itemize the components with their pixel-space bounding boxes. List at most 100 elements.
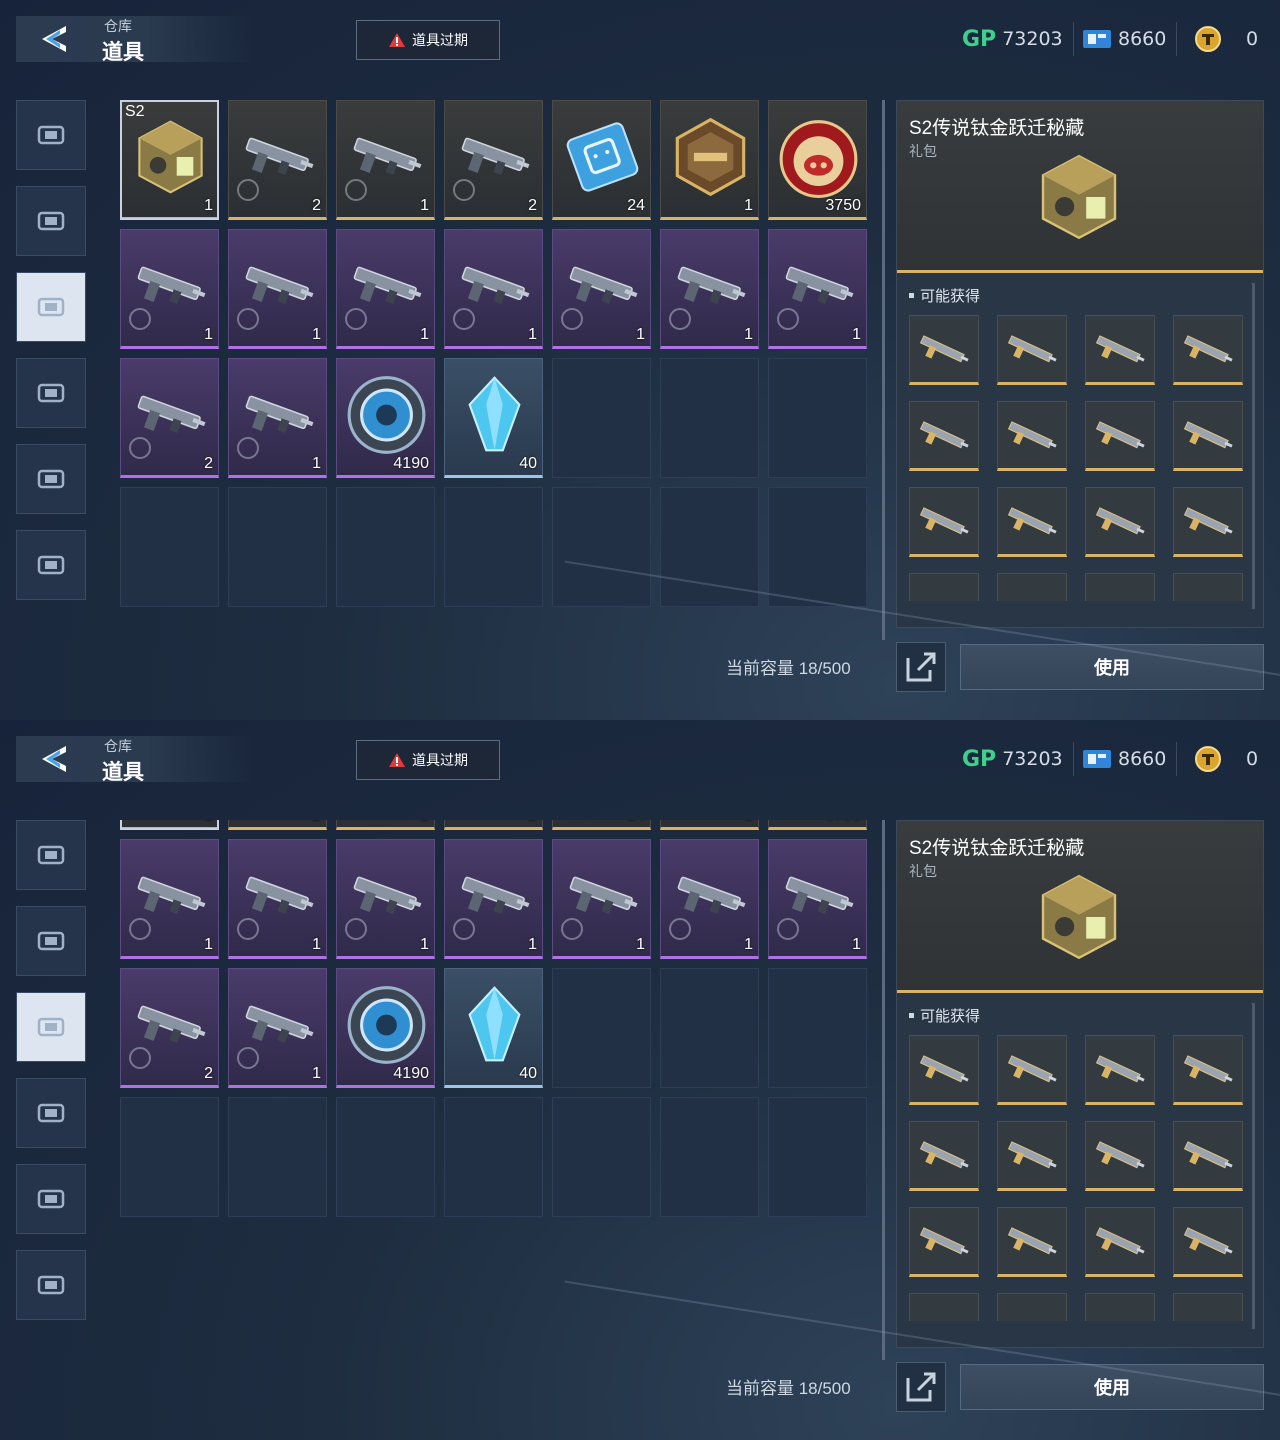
sidebar-tab[interactable]: [16, 1250, 86, 1320]
inventory-item-shotgun-skin[interactable]: 1: [660, 229, 759, 349]
ticket-icon: [1083, 30, 1111, 48]
inventory-item-blade-skin[interactable]: 2: [444, 820, 543, 830]
sidebar-tab[interactable]: [16, 272, 86, 342]
reward-item[interactable]: [1173, 1121, 1243, 1191]
reward-item[interactable]: [997, 401, 1067, 471]
reward-item[interactable]: [997, 573, 1067, 601]
reward-item[interactable]: [1085, 1207, 1155, 1277]
reward-scrollbar[interactable]: [1252, 1003, 1255, 1329]
reward-item[interactable]: [909, 1035, 979, 1105]
reward-item[interactable]: [909, 401, 979, 471]
inventory-item-token-disc[interactable]: 4190: [336, 968, 435, 1088]
empty-slot: [552, 358, 651, 478]
reward-item[interactable]: [997, 487, 1067, 557]
reward-item[interactable]: [1085, 1121, 1155, 1191]
sidebar-tab[interactable]: [16, 444, 86, 514]
reward-item[interactable]: [909, 487, 979, 557]
reward-item[interactable]: [997, 1293, 1067, 1321]
reward-item[interactable]: [1173, 401, 1243, 471]
inventory-item-pig-coin[interactable]: 3750: [768, 820, 867, 830]
reward-item[interactable]: [909, 315, 979, 385]
inventory-item-gift-crate[interactable]: S2 1: [120, 100, 219, 220]
use-button[interactable]: 使用: [960, 644, 1264, 690]
inventory-item-pig-coin[interactable]: 3750: [768, 100, 867, 220]
inventory-item-rocket-skin[interactable]: 1: [336, 839, 435, 959]
share-button[interactable]: [896, 642, 946, 692]
expired-items-button[interactable]: 道具过期: [356, 740, 500, 780]
reward-item[interactable]: [997, 1121, 1067, 1191]
inventory-item-crystal[interactable]: 40: [444, 968, 543, 1088]
reward-item[interactable]: [909, 1293, 979, 1321]
empty-slot: [228, 487, 327, 607]
reward-item[interactable]: [909, 1207, 979, 1277]
inventory-item-ar-skin-camo[interactable]: 1: [552, 229, 651, 349]
sidebar-tab[interactable]: [16, 186, 86, 256]
inventory-item-smg-skin-white[interactable]: 1: [768, 229, 867, 349]
back-button[interactable]: 仓库 道具: [16, 16, 256, 64]
inventory-item-token-disc[interactable]: 4190: [336, 358, 435, 478]
sidebar-tab[interactable]: [16, 1164, 86, 1234]
item-count: 1: [312, 936, 321, 953]
sidebar-tab[interactable]: [16, 100, 86, 170]
sidebar-tab[interactable]: [16, 820, 86, 890]
inventory-item-rifle-skin[interactable]: 2: [228, 100, 327, 220]
inventory-item-bow-skin-b[interactable]: 2: [120, 968, 219, 1088]
reward-item[interactable]: [1173, 573, 1243, 601]
reward-item[interactable]: [1085, 573, 1155, 601]
reward-item[interactable]: [1085, 401, 1155, 471]
item-count: 24: [627, 820, 645, 825]
inventory-item-bow-skin[interactable]: 1: [444, 229, 543, 349]
inventory-item-smg-skin[interactable]: 1: [120, 839, 219, 959]
inventory-item-crystal[interactable]: 40: [444, 358, 543, 478]
rifle-icon: [1183, 1141, 1233, 1169]
inventory-item-hex-badge[interactable]: 1: [660, 820, 759, 830]
reward-item[interactable]: [1085, 1035, 1155, 1105]
reward-item[interactable]: [997, 315, 1067, 385]
sidebar-tab[interactable]: [16, 1078, 86, 1148]
inventory-item-rifle-skin[interactable]: 2: [228, 820, 327, 830]
expired-items-button[interactable]: 道具过期: [356, 20, 500, 60]
reward-item[interactable]: [1173, 315, 1243, 385]
reward-item[interactable]: [1173, 1035, 1243, 1105]
inventory-item-gift-crate[interactable]: S2 1: [120, 820, 219, 830]
reward-item[interactable]: [997, 1207, 1067, 1277]
reward-item[interactable]: [1085, 487, 1155, 557]
inventory-scrollbar[interactable]: [882, 100, 885, 640]
inventory-scrollbar[interactable]: [882, 820, 885, 1360]
reward-item[interactable]: [1173, 1207, 1243, 1277]
back-button[interactable]: 仓库 道具: [16, 736, 256, 784]
reward-item[interactable]: [1085, 315, 1155, 385]
inventory-item-pistol-skin[interactable]: 1: [336, 100, 435, 220]
reward-item[interactable]: [909, 573, 979, 601]
inventory-item-rocket-skin[interactable]: 1: [336, 229, 435, 349]
reward-item[interactable]: [909, 1121, 979, 1191]
inventory-item-ar-skin-green[interactable]: 1: [228, 229, 327, 349]
inventory-item-ar-skin-camo[interactable]: 1: [552, 839, 651, 959]
inventory-item-bow-skin-c[interactable]: 1: [228, 968, 327, 1088]
inventory-item-ar-skin-green[interactable]: 1: [228, 839, 327, 959]
reward-scrollbar[interactable]: [1252, 283, 1255, 609]
crystal-icon: [468, 376, 521, 452]
reward-item[interactable]: [1173, 487, 1243, 557]
inventory-item-bow-skin[interactable]: 1: [444, 839, 543, 959]
sidebar-tab[interactable]: [16, 992, 86, 1062]
use-button[interactable]: 使用: [960, 1364, 1264, 1410]
inventory-item-chip-card[interactable]: 24: [552, 100, 651, 220]
inventory-item-smg-skin-white[interactable]: 1: [768, 839, 867, 959]
inventory-item-chip-card[interactable]: 24: [552, 820, 651, 830]
inventory-item-bow-skin-c[interactable]: 1: [228, 358, 327, 478]
reward-item[interactable]: [1173, 1293, 1243, 1321]
inventory-item-hex-badge[interactable]: 1: [660, 100, 759, 220]
share-button[interactable]: [896, 1362, 946, 1412]
inventory-item-shotgun-skin[interactable]: 1: [660, 839, 759, 959]
sidebar-tab[interactable]: [16, 530, 86, 600]
inventory-item-smg-skin[interactable]: 1: [120, 229, 219, 349]
reward-item[interactable]: [1085, 1293, 1155, 1321]
sidebar-tab[interactable]: [16, 906, 86, 976]
sidebar-tab[interactable]: [16, 358, 86, 428]
inventory-item-pistol-skin[interactable]: 1: [336, 820, 435, 830]
clock-icon: [237, 179, 259, 201]
inventory-item-blade-skin[interactable]: 2: [444, 100, 543, 220]
reward-item[interactable]: [997, 1035, 1067, 1105]
inventory-item-bow-skin-b[interactable]: 2: [120, 358, 219, 478]
